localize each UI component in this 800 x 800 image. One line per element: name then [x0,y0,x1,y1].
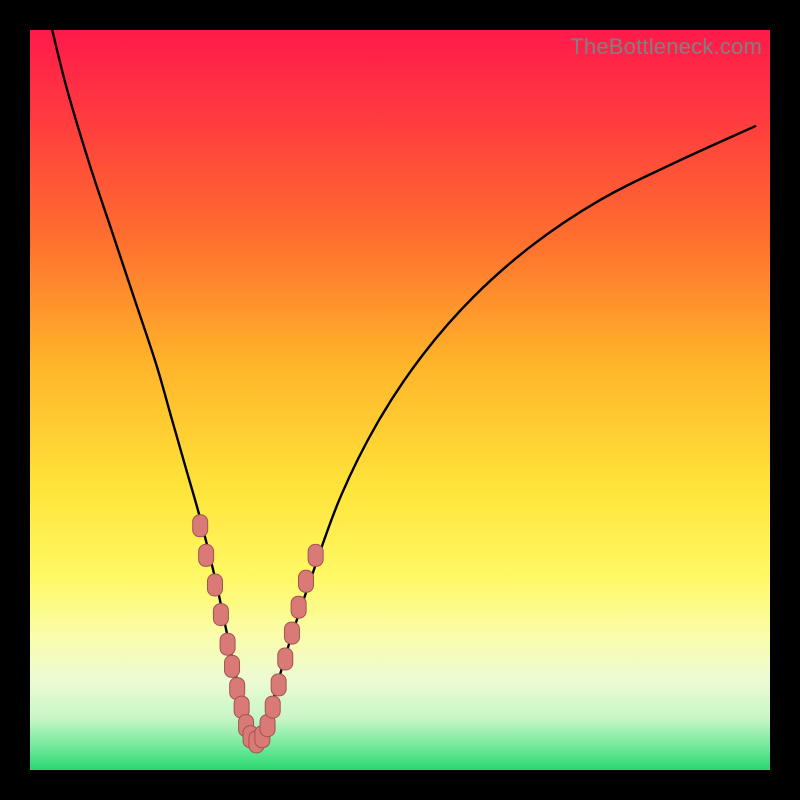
marker-point [291,596,306,618]
bottleneck-curve [52,30,755,747]
plot-area: TheBottleneck.com [30,30,770,770]
marker-point [220,633,235,655]
marker-point [284,622,299,644]
watermark-text: TheBottleneck.com [570,34,762,60]
marker-point [208,574,223,596]
highlight-markers [193,515,323,753]
chart-svg [30,30,770,770]
marker-point [213,604,228,626]
marker-point [278,648,293,670]
marker-point [265,696,280,718]
marker-point [193,515,208,537]
marker-point [199,544,214,566]
marker-point [271,674,286,696]
marker-point [299,570,314,592]
outer-black-frame: TheBottleneck.com [0,0,800,800]
marker-point [308,544,323,566]
marker-point [225,655,240,677]
